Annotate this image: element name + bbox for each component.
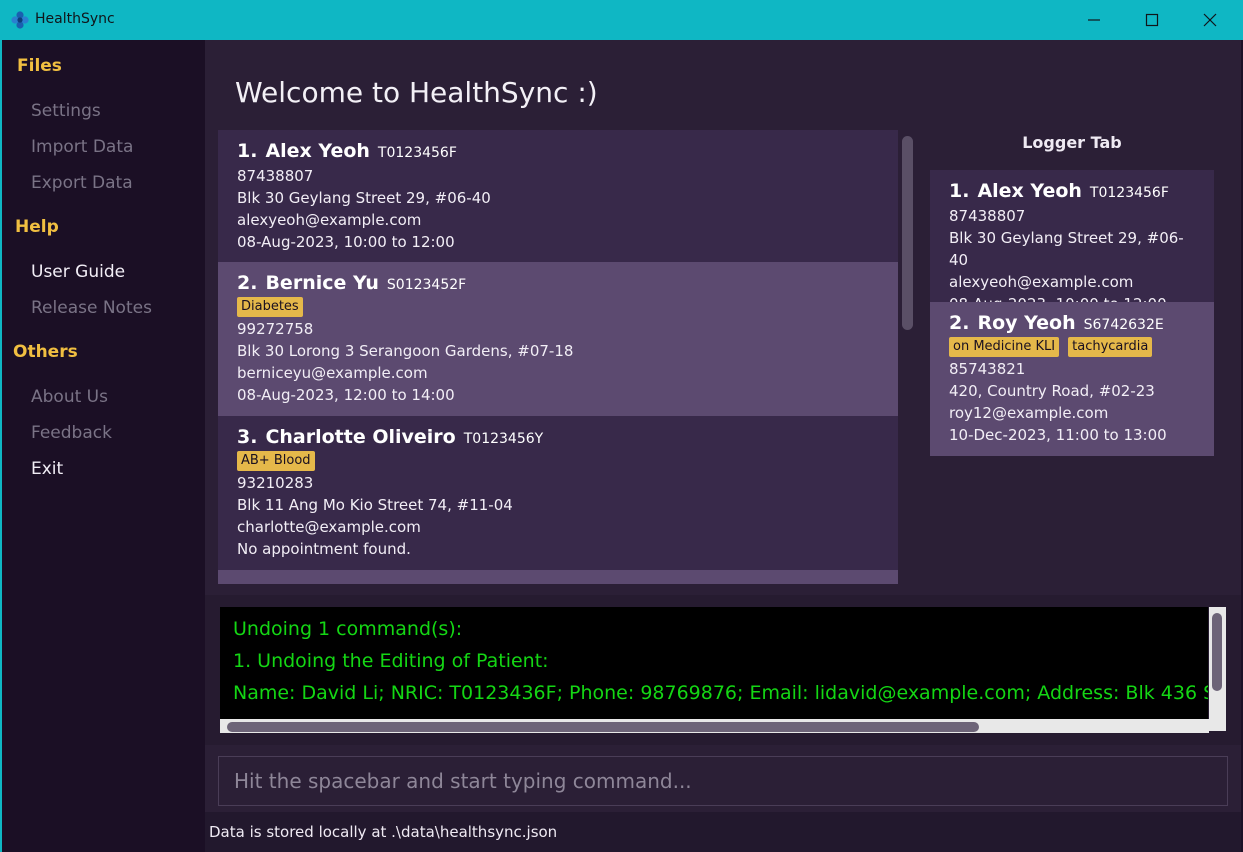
result-panel: Undoing 1 command(s): 1. Undoing the Edi…	[205, 595, 1241, 745]
logger-tags: on Medicine KLI tachycardia	[949, 337, 1195, 357]
logger-index: 2.	[949, 312, 970, 334]
patient-name: Bernice Yu	[265, 272, 379, 294]
patient-appointment: 08-Aug-2023, 10:00 to 12:00	[237, 233, 455, 251]
tag-badge: AB+ Blood	[237, 451, 315, 471]
logger-card[interactable]: 2. Roy Yeoh S6742632E on Medicine KLI ta…	[930, 302, 1214, 456]
patient-nric: S0123452F	[386, 277, 467, 293]
menu-header-others[interactable]: Others	[13, 342, 78, 362]
app-logo-icon	[11, 11, 29, 29]
result-horizontal-scrollbar[interactable]	[220, 719, 1209, 733]
command-input[interactable]	[218, 756, 1228, 806]
logger-list[interactable]: 1. Alex Yeoh T0123456F 87438807 Blk 30 G…	[930, 170, 1214, 456]
patient-phone: 93210283	[237, 474, 314, 492]
menu-item-settings[interactable]: Settings	[31, 101, 101, 121]
logger-title: Logger Tab	[1022, 133, 1122, 152]
patient-appointment: No appointment found.	[237, 540, 411, 558]
maximize-button[interactable]	[1123, 0, 1181, 40]
patient-email: charlotte@example.com	[237, 518, 421, 536]
patient-index: 3.	[237, 426, 258, 448]
logger-card[interactable]: 1. Alex Yeoh T0123456F 87438807 Blk 30 G…	[930, 170, 1214, 313]
patient-name: Charlotte Oliveiro	[265, 426, 456, 448]
menu-item-about-us[interactable]: About Us	[31, 387, 108, 407]
patient-name: Alex Yeoh	[265, 140, 370, 162]
logger-name: Roy Yeoh	[977, 312, 1076, 334]
menu-header-help[interactable]: Help	[15, 217, 59, 237]
result-line: 1. Undoing the Editing of Patient:	[233, 650, 549, 672]
close-button[interactable]	[1181, 0, 1239, 40]
menu-item-feedback[interactable]: Feedback	[31, 423, 112, 443]
minimize-icon	[1088, 19, 1100, 21]
sidebar: Files Settings Import Data Export Data H…	[0, 40, 205, 852]
patient-email: berniceyu@example.com	[237, 364, 428, 382]
patient-card[interactable]: 1. Alex Yeoh T0123456F 87438807 Blk 30 G…	[218, 130, 898, 262]
patient-card-partial[interactable]	[218, 570, 898, 584]
menu-item-export-data[interactable]: Export Data	[31, 173, 133, 193]
logger-nric: T0123456F	[1089, 185, 1169, 201]
tag-badge: tachycardia	[1068, 337, 1153, 357]
patient-phone: 99272758	[237, 320, 314, 338]
maximize-icon	[1145, 13, 1159, 27]
tag-badge: on Medicine KLI	[949, 337, 1060, 357]
status-bar: Data is stored locally at .\data\healths…	[205, 812, 1241, 852]
patient-phone: 87438807	[237, 167, 314, 185]
patient-email: alexyeoh@example.com	[237, 211, 422, 229]
scrollbar-thumb[interactable]	[1212, 613, 1222, 691]
logger-nric: S6742632E	[1083, 317, 1164, 333]
patient-card[interactable]: 3. Charlotte Oliveiro T0123456Y AB+ Bloo…	[218, 416, 898, 570]
logger-phone: 87438807	[949, 207, 1026, 225]
window-title: HealthSync	[35, 11, 115, 27]
patient-list-scrollbar[interactable]	[902, 136, 913, 330]
title-bar: HealthSync	[0, 0, 1243, 40]
patient-address: Blk 30 Geylang Street 29, #06-40	[237, 189, 491, 207]
minimize-button[interactable]	[1065, 0, 1123, 40]
logger-address: Blk 30 Geylang Street 29, #06-40	[949, 229, 1184, 269]
close-icon	[1203, 13, 1217, 27]
tag-badge: Diabetes	[237, 297, 303, 317]
patient-card[interactable]: 2. Bernice Yu S0123452F Diabetes 9927275…	[218, 262, 898, 416]
patient-index: 1.	[237, 140, 258, 162]
welcome-heading: Welcome to HealthSync :)	[235, 76, 598, 109]
patient-nric: T0123456Y	[463, 431, 544, 447]
patient-address: Blk 11 Ang Mo Kio Street 74, #11-04	[237, 496, 513, 514]
result-display[interactable]: Undoing 1 command(s): 1. Undoing the Edi…	[220, 607, 1208, 719]
result-vertical-scrollbar[interactable]	[1209, 607, 1226, 731]
logger-appointment: 10-Dec-2023, 11:00 to 13:00	[949, 426, 1167, 444]
menu-item-exit[interactable]: Exit	[31, 459, 63, 479]
patient-index: 2.	[237, 272, 258, 294]
logger-address: 420, Country Road, #02-23	[949, 382, 1155, 400]
logger-index: 1.	[949, 180, 970, 202]
patient-list[interactable]: 1. Alex Yeoh T0123456F 87438807 Blk 30 G…	[218, 130, 898, 584]
patient-appointment: 08-Aug-2023, 12:00 to 14:00	[237, 386, 455, 404]
menu-item-release-notes[interactable]: Release Notes	[31, 298, 152, 318]
logger-email: alexyeoh@example.com	[949, 273, 1134, 291]
result-line: Undoing 1 command(s):	[233, 618, 463, 640]
menu-item-import-data[interactable]: Import Data	[31, 137, 133, 157]
patient-address: Blk 30 Lorong 3 Serangoon Gardens, #07-1…	[237, 342, 574, 360]
logger-email: roy12@example.com	[949, 404, 1109, 422]
menu-item-user-guide[interactable]: User Guide	[31, 262, 125, 282]
patient-nric: T0123456F	[377, 145, 457, 161]
patient-tags: AB+ Blood	[237, 451, 879, 471]
menu-header-files[interactable]: Files	[17, 56, 62, 76]
main-panel: Welcome to HealthSync :) 1. Alex Yeoh T0…	[205, 40, 1241, 852]
logger-phone: 85743821	[949, 360, 1026, 378]
patient-tags: Diabetes	[237, 297, 879, 317]
scrollbar-thumb[interactable]	[227, 722, 979, 732]
logger-name: Alex Yeoh	[977, 180, 1082, 202]
result-line: Name: David Li; NRIC: T0123436F; Phone: …	[233, 682, 1208, 704]
